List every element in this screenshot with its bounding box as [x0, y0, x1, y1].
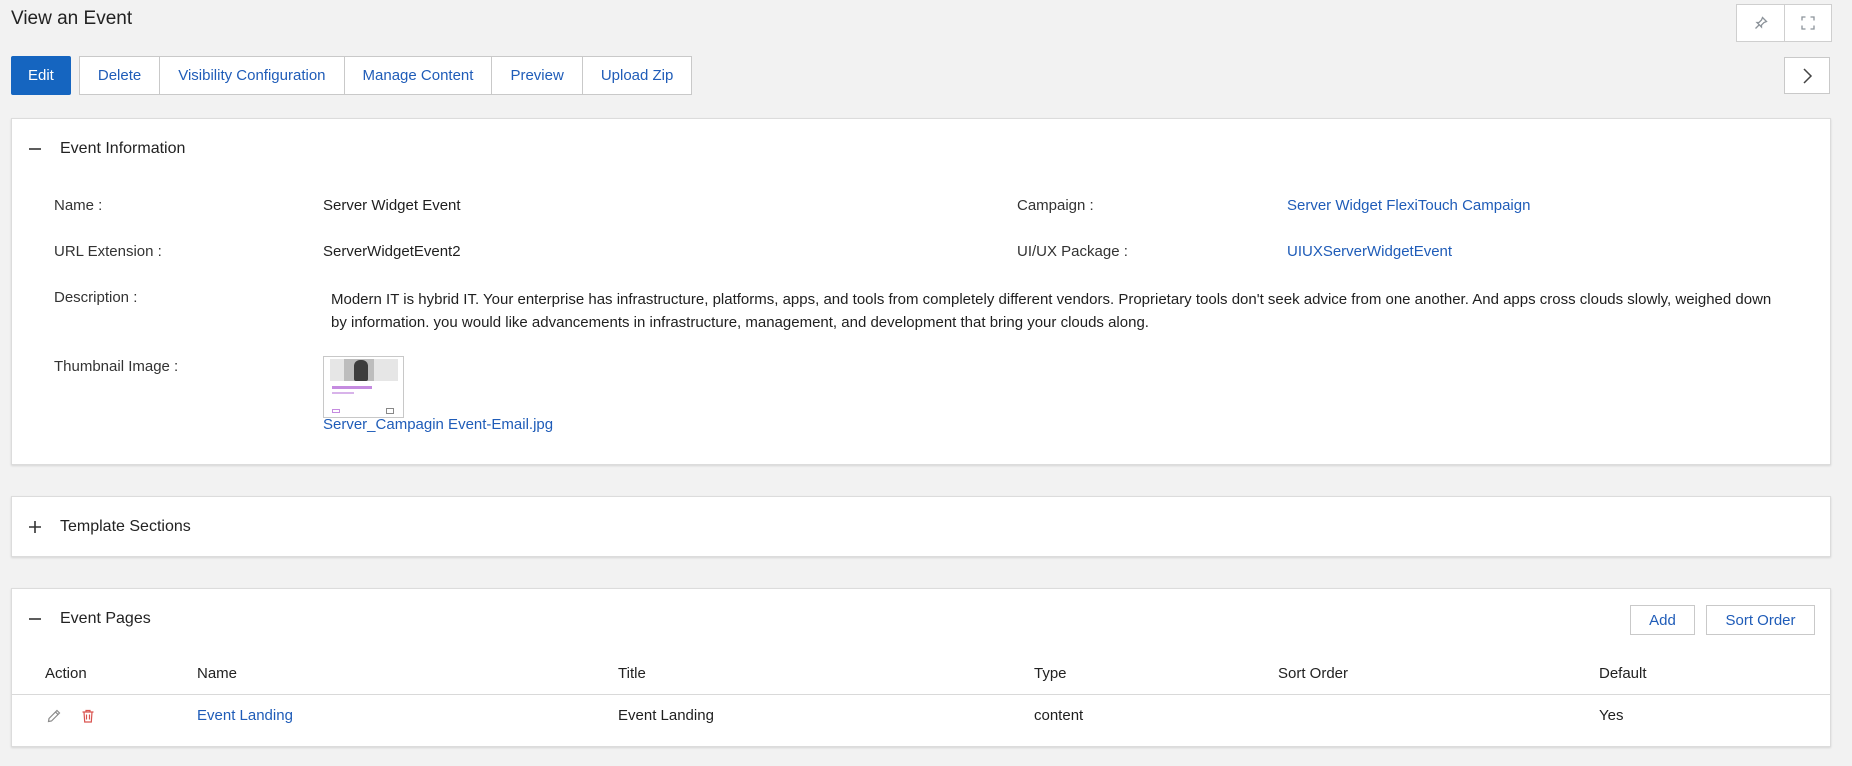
edit-row-icon[interactable] — [45, 707, 63, 725]
window-tools — [1736, 4, 1832, 42]
event-pages-header[interactable]: Event Pages — [12, 589, 1830, 649]
description-label: Description : — [54, 289, 138, 306]
row-title: Event Landing — [618, 707, 714, 724]
add-page-button[interactable]: Add — [1630, 605, 1695, 635]
name-label: Name : — [54, 197, 103, 214]
url-extension-label: URL Extension : — [54, 243, 162, 260]
campaign-label: Campaign : — [1017, 197, 1094, 214]
fullscreen-icon — [1801, 16, 1815, 30]
preview-button[interactable]: Preview — [492, 56, 583, 95]
sort-order-button[interactable]: Sort Order — [1706, 605, 1815, 635]
uiux-package-label: UI/UX Package : — [1017, 243, 1128, 260]
template-sections-header[interactable]: Template Sections — [12, 497, 1830, 557]
page-title: View an Event — [11, 8, 133, 29]
column-header-name: Name — [197, 665, 238, 682]
pin-button[interactable] — [1737, 5, 1784, 41]
fullscreen-button[interactable] — [1784, 5, 1831, 41]
event-pages-panel: Event Pages Add Sort Order Action Name T… — [11, 588, 1831, 747]
event-information-title: Event Information — [60, 140, 186, 157]
action-toolbar: Edit Delete Visibility Configuration Man… — [11, 56, 693, 95]
visibility-configuration-button[interactable]: Visibility Configuration — [160, 56, 345, 95]
table-row: Event Landing Event Landing content Yes — [12, 695, 1830, 739]
event-pages-title: Event Pages — [60, 610, 151, 627]
pin-icon — [1754, 16, 1768, 29]
thumbnail-label: Thumbnail Image : — [54, 358, 179, 375]
thumbnail-image[interactable] — [323, 356, 404, 418]
description-value: Modern IT is hybrid IT. Your enterprise … — [331, 291, 1772, 331]
event-information-header[interactable]: Event Information — [12, 119, 1830, 179]
row-default: Yes — [1599, 707, 1624, 724]
expand-icon[interactable] — [26, 518, 44, 536]
collapse-icon[interactable] — [26, 610, 44, 628]
column-header-type: Type — [1034, 665, 1067, 682]
row-type: content — [1034, 707, 1084, 724]
template-sections-title: Template Sections — [60, 518, 191, 535]
delete-row-icon[interactable] — [79, 707, 97, 725]
template-sections-panel: Template Sections — [11, 496, 1831, 557]
edit-button[interactable]: Edit — [11, 56, 71, 95]
row-name-link[interactable]: Event Landing — [197, 707, 293, 724]
next-button[interactable] — [1784, 57, 1830, 94]
campaign-link[interactable]: Server Widget FlexiTouch Campaign — [1287, 197, 1530, 214]
table-header: Action Name Title Type Sort Order Defaul… — [12, 650, 1830, 695]
column-header-sort-order: Sort Order — [1278, 665, 1349, 682]
url-extension-value: ServerWidgetEvent2 — [323, 243, 461, 260]
chevron-right-icon — [1803, 67, 1813, 84]
delete-button[interactable]: Delete — [78, 56, 161, 95]
collapse-icon[interactable] — [26, 140, 44, 158]
column-header-action: Action — [45, 665, 87, 682]
column-header-title: Title — [618, 665, 646, 682]
thumbnail-file-link[interactable]: Server_Campagin Event-Email.jpg — [323, 416, 553, 433]
column-header-default: Default — [1599, 665, 1647, 682]
manage-content-button[interactable]: Manage Content — [344, 56, 493, 95]
uiux-package-link[interactable]: UIUXServerWidgetEvent — [1287, 243, 1452, 260]
upload-zip-button[interactable]: Upload Zip — [582, 56, 693, 95]
event-information-panel: Event Information Name : Server Widget E… — [11, 118, 1831, 465]
name-value: Server Widget Event — [323, 197, 461, 214]
